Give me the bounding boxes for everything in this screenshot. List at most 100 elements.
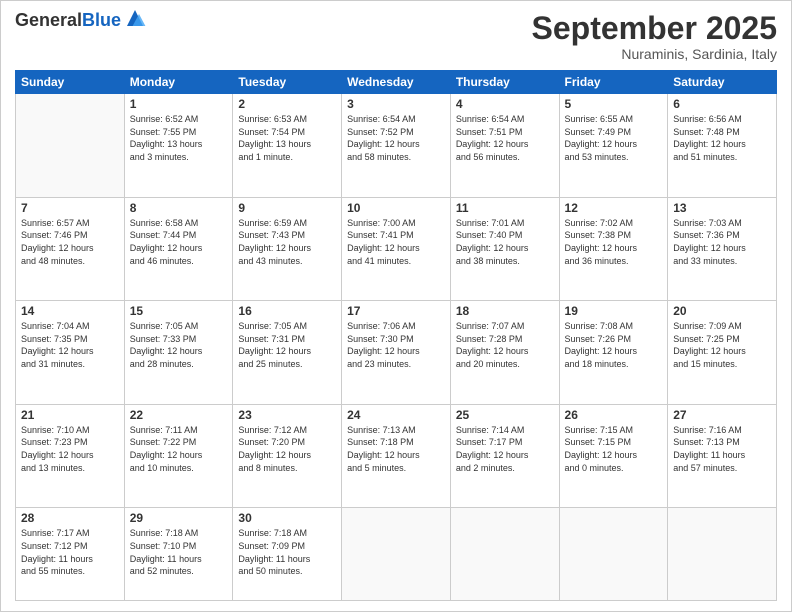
calendar-cell: 6Sunrise: 6:56 AM Sunset: 7:48 PM Daylig…: [668, 94, 777, 198]
calendar-cell: 12 Sunrise: 7:02 AM Sunset: 7:38 PM Dayli…: [559, 197, 668, 301]
calendar-cell: 23 Sunrise: 7:12 AM Sunset: 7:20 PM Dayli…: [233, 404, 342, 508]
day-info: Sunrise: 7:05 AM Sunset: 7:33 PM Dayligh…: [130, 320, 228, 370]
calendar-cell: 21Sunrise: 7:10 AM Sunset: 7:23 PM Dayli…: [16, 404, 125, 508]
day-info: Sunrise: 7:18 AM Sunset: 7:09 PM Dayligh…: [238, 527, 336, 577]
day-number: 26: [565, 408, 663, 422]
day-info: Sunrise: 7:07 AM Sunset: 7:28 PM Dayligh…: [456, 320, 554, 370]
day-info: Sunrise: 7:18 AM Sunset: 7:10 PM Dayligh…: [130, 527, 228, 577]
day-info: Sunrise: 7:13 AM Sunset: 7:18 PM Dayligh…: [347, 424, 445, 474]
day-number: 12: [565, 201, 663, 215]
calendar-cell: 27 Sunrise: 7:16 AM Sunset: 7:13 PM Dayli…: [668, 404, 777, 508]
day-info: Sunrise: 6:57 AM Sunset: 7:46 PM Dayligh…: [21, 217, 119, 267]
day-number: 25: [456, 408, 554, 422]
day-number: 4: [456, 97, 554, 111]
day-number: 20: [673, 304, 771, 318]
calendar-cell: 29Sunrise: 7:18 AM Sunset: 7:10 PM Dayli…: [124, 508, 233, 601]
day-number: 30: [238, 511, 336, 525]
day-info: Sunrise: 7:14 AM Sunset: 7:17 PM Dayligh…: [456, 424, 554, 474]
calendar-cell: 9 Sunrise: 6:59 AM Sunset: 7:43 PM Daylig…: [233, 197, 342, 301]
day-number: 23: [238, 408, 336, 422]
day-number: 9: [238, 201, 336, 215]
calendar-header-row: Sunday Monday Tuesday Wednesday Thursday…: [16, 71, 777, 94]
day-number: 24: [347, 408, 445, 422]
col-thursday: Thursday: [450, 71, 559, 94]
calendar-table: Sunday Monday Tuesday Wednesday Thursday…: [15, 70, 777, 601]
logo-icon: [123, 6, 147, 30]
calendar-week-row: 7 Sunrise: 6:57 AM Sunset: 7:46 PM Daylig…: [16, 197, 777, 301]
day-number: 1: [130, 97, 228, 111]
calendar-week-row: 21Sunrise: 7:10 AM Sunset: 7:23 PM Dayli…: [16, 404, 777, 508]
logo-general: General: [15, 10, 82, 30]
day-info: Sunrise: 6:53 AM Sunset: 7:54 PM Dayligh…: [238, 113, 336, 163]
day-info: Sunrise: 6:54 AM Sunset: 7:51 PM Dayligh…: [456, 113, 554, 163]
col-friday: Friday: [559, 71, 668, 94]
day-number: 2: [238, 97, 336, 111]
day-info: Sunrise: 7:05 AM Sunset: 7:31 PM Dayligh…: [238, 320, 336, 370]
calendar-cell: 19Sunrise: 7:08 AM Sunset: 7:26 PM Dayli…: [559, 301, 668, 405]
day-number: 8: [130, 201, 228, 215]
col-saturday: Saturday: [668, 71, 777, 94]
day-number: 17: [347, 304, 445, 318]
calendar-week-row: 14 Sunrise: 7:04 AM Sunset: 7:35 PM Dayli…: [16, 301, 777, 405]
day-number: 27: [673, 408, 771, 422]
day-info: Sunrise: 6:58 AM Sunset: 7:44 PM Dayligh…: [130, 217, 228, 267]
day-number: 7: [21, 201, 119, 215]
day-number: 5: [565, 97, 663, 111]
calendar-cell: [450, 508, 559, 601]
calendar-cell: [559, 508, 668, 601]
calendar-cell: 1Sunrise: 6:52 AM Sunset: 7:55 PM Daylig…: [124, 94, 233, 198]
day-info: Sunrise: 7:09 AM Sunset: 7:25 PM Dayligh…: [673, 320, 771, 370]
calendar-cell: 20 Sunrise: 7:09 AM Sunset: 7:25 PM Dayli…: [668, 301, 777, 405]
calendar-cell: [16, 94, 125, 198]
day-info: Sunrise: 7:16 AM Sunset: 7:13 PM Dayligh…: [673, 424, 771, 474]
calendar-cell: 16 Sunrise: 7:05 AM Sunset: 7:31 PM Dayli…: [233, 301, 342, 405]
day-info: Sunrise: 7:06 AM Sunset: 7:30 PM Dayligh…: [347, 320, 445, 370]
day-info: Sunrise: 6:59 AM Sunset: 7:43 PM Dayligh…: [238, 217, 336, 267]
day-info: Sunrise: 7:11 AM Sunset: 7:22 PM Dayligh…: [130, 424, 228, 474]
title-block: September 2025 Nuraminis, Sardinia, Ital…: [532, 11, 777, 62]
col-tuesday: Tuesday: [233, 71, 342, 94]
calendar-cell: 13Sunrise: 7:03 AM Sunset: 7:36 PM Dayli…: [668, 197, 777, 301]
day-number: 18: [456, 304, 554, 318]
calendar-cell: 25 Sunrise: 7:14 AM Sunset: 7:17 PM Dayli…: [450, 404, 559, 508]
calendar-cell: 4 Sunrise: 6:54 AM Sunset: 7:51 PM Daylig…: [450, 94, 559, 198]
calendar-cell: 28Sunrise: 7:17 AM Sunset: 7:12 PM Dayli…: [16, 508, 125, 601]
day-info: Sunrise: 7:10 AM Sunset: 7:23 PM Dayligh…: [21, 424, 119, 474]
day-info: Sunrise: 7:15 AM Sunset: 7:15 PM Dayligh…: [565, 424, 663, 474]
location-subtitle: Nuraminis, Sardinia, Italy: [532, 46, 777, 62]
calendar-cell: 5 Sunrise: 6:55 AM Sunset: 7:49 PM Daylig…: [559, 94, 668, 198]
calendar-cell: 30 Sunrise: 7:18 AM Sunset: 7:09 PM Dayli…: [233, 508, 342, 601]
calendar-cell: 8 Sunrise: 6:58 AM Sunset: 7:44 PM Daylig…: [124, 197, 233, 301]
col-sunday: Sunday: [16, 71, 125, 94]
calendar-cell: 26 Sunrise: 7:15 AM Sunset: 7:15 PM Dayli…: [559, 404, 668, 508]
day-info: Sunrise: 6:55 AM Sunset: 7:49 PM Dayligh…: [565, 113, 663, 163]
calendar-cell: [668, 508, 777, 601]
day-number: 14: [21, 304, 119, 318]
day-number: 16: [238, 304, 336, 318]
logo-blue: Blue: [82, 10, 121, 30]
day-info: Sunrise: 6:54 AM Sunset: 7:52 PM Dayligh…: [347, 113, 445, 163]
day-info: Sunrise: 6:56 AM Sunset: 7:48 PM Dayligh…: [673, 113, 771, 163]
calendar-week-row: 28Sunrise: 7:17 AM Sunset: 7:12 PM Dayli…: [16, 508, 777, 601]
calendar-cell: 22 Sunrise: 7:11 AM Sunset: 7:22 PM Dayli…: [124, 404, 233, 508]
day-info: Sunrise: 7:02 AM Sunset: 7:38 PM Dayligh…: [565, 217, 663, 267]
calendar-cell: 3 Sunrise: 6:54 AM Sunset: 7:52 PM Daylig…: [342, 94, 451, 198]
day-info: Sunrise: 7:04 AM Sunset: 7:35 PM Dayligh…: [21, 320, 119, 370]
calendar-cell: 7 Sunrise: 6:57 AM Sunset: 7:46 PM Daylig…: [16, 197, 125, 301]
day-number: 22: [130, 408, 228, 422]
page: GeneralBlue September 2025 Nuraminis, Sa…: [0, 0, 792, 612]
calendar-cell: [342, 508, 451, 601]
day-info: Sunrise: 7:12 AM Sunset: 7:20 PM Dayligh…: [238, 424, 336, 474]
logo: GeneralBlue: [15, 11, 147, 31]
col-wednesday: Wednesday: [342, 71, 451, 94]
day-number: 28: [21, 511, 119, 525]
day-number: 19: [565, 304, 663, 318]
calendar-cell: 18 Sunrise: 7:07 AM Sunset: 7:28 PM Dayli…: [450, 301, 559, 405]
day-number: 3: [347, 97, 445, 111]
day-number: 15: [130, 304, 228, 318]
calendar-cell: 2 Sunrise: 6:53 AM Sunset: 7:54 PM Daylig…: [233, 94, 342, 198]
day-number: 13: [673, 201, 771, 215]
calendar-cell: 15 Sunrise: 7:05 AM Sunset: 7:33 PM Dayli…: [124, 301, 233, 405]
month-title: September 2025: [532, 11, 777, 46]
calendar-cell: 14 Sunrise: 7:04 AM Sunset: 7:35 PM Dayli…: [16, 301, 125, 405]
